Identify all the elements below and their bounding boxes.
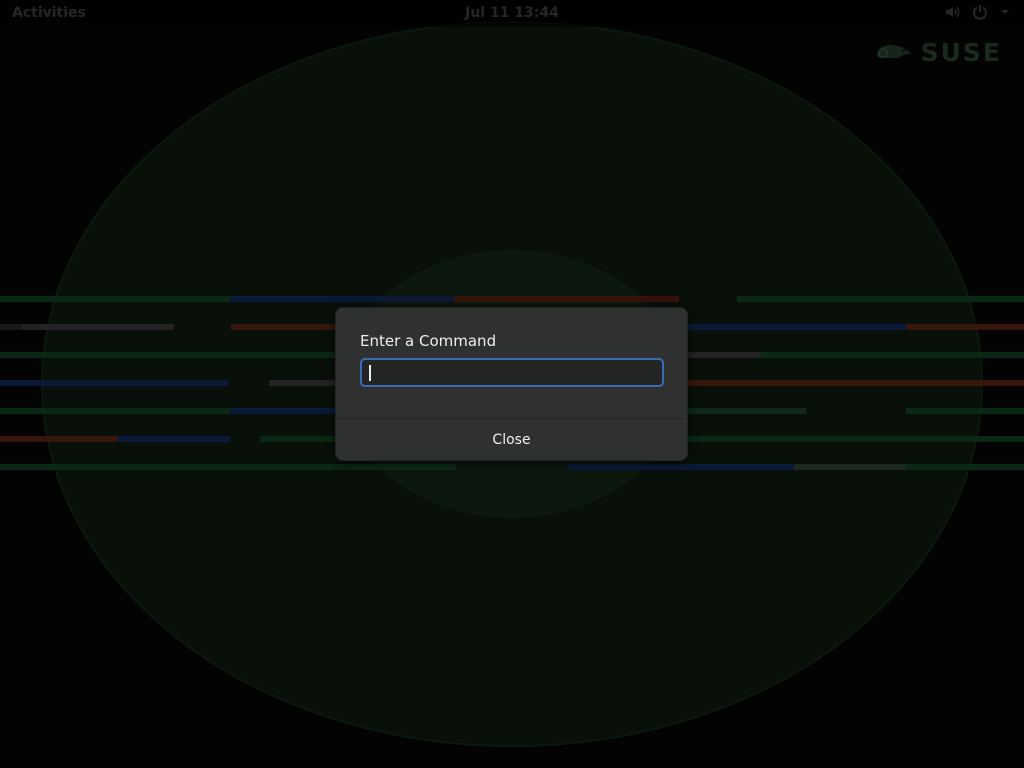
command-input[interactable] — [360, 358, 664, 387]
text-cursor — [369, 365, 371, 381]
power-icon — [972, 4, 988, 20]
chameleon-icon — [873, 39, 915, 67]
clock[interactable]: Jul 11 13:44 — [0, 5, 1024, 21]
run-command-dialog: Enter a Command Close — [335, 307, 688, 461]
menu-arrow-icon — [1000, 4, 1010, 20]
close-button[interactable]: Close — [336, 419, 687, 460]
system-menu[interactable] — [944, 4, 1010, 20]
dialog-title: Enter a Command — [360, 332, 497, 350]
top-bar: Activities Jul 11 13:44 — [0, 0, 1024, 27]
volume-icon — [944, 4, 960, 20]
suse-logo: SUSE — [873, 38, 1002, 67]
desktop-screen: Activities Jul 11 13:44 SUSE Enter a Com… — [0, 0, 1024, 768]
logo-text: SUSE — [920, 38, 1002, 67]
